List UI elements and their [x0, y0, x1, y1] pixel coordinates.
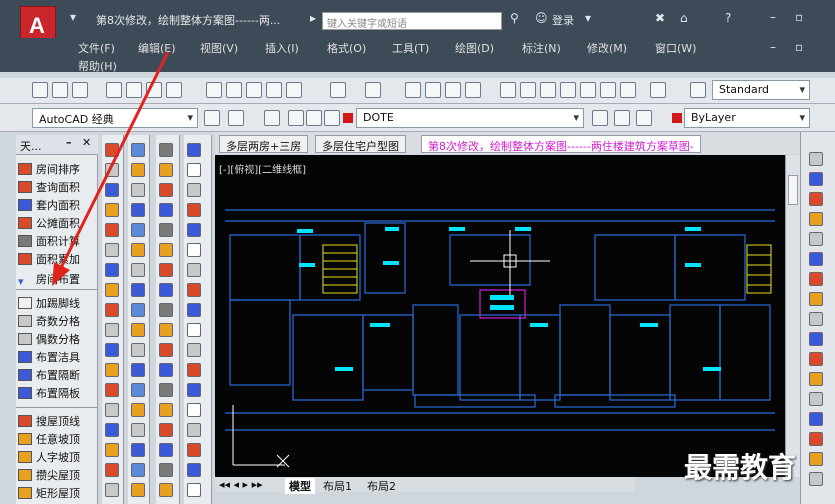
modify-tool-icon[interactable] — [809, 192, 823, 206]
modify-tool-icon[interactable] — [809, 172, 823, 186]
watermark-text: 最需教育 — [684, 451, 797, 484]
tab-layout2[interactable]: 布局2 — [367, 478, 396, 494]
modify-tool-icon[interactable] — [809, 392, 823, 406]
modify-tool-icon[interactable] — [809, 372, 823, 386]
modify-tool-icon[interactable] — [809, 332, 823, 346]
modify-tool-icon[interactable] — [809, 252, 823, 266]
right-modify-toolbar — [800, 132, 835, 504]
modify-tool-icon[interactable] — [809, 152, 823, 166]
modify-tool-icon[interactable] — [809, 412, 823, 426]
annotation-arrow — [52, 51, 170, 286]
modify-tool-icon[interactable] — [809, 292, 823, 306]
scroll-thumb[interactable] — [788, 175, 798, 205]
tab-nav-arrows[interactable]: ◂◂ ◂ ▸ ▸▸ — [219, 478, 263, 491]
vertical-scrollbar[interactable] — [785, 155, 800, 477]
modify-tool-icon[interactable] — [809, 352, 823, 366]
modify-tool-icon[interactable] — [809, 312, 823, 326]
modify-tool-icon[interactable] — [809, 272, 823, 286]
tab-layout1[interactable]: 布局1 — [323, 478, 352, 494]
modify-tool-icon[interactable] — [809, 212, 823, 226]
modify-tool-icon[interactable] — [809, 472, 823, 486]
modify-tool-icon[interactable] — [809, 432, 823, 446]
layout-tabs-bar: ◂◂ ◂ ▸ ▸▸ 模型 布局1 布局2 — [215, 477, 635, 494]
tab-model[interactable]: 模型 — [285, 478, 315, 494]
modify-tool-icon[interactable] — [809, 232, 823, 246]
modify-tool-icon[interactable] — [809, 452, 823, 466]
